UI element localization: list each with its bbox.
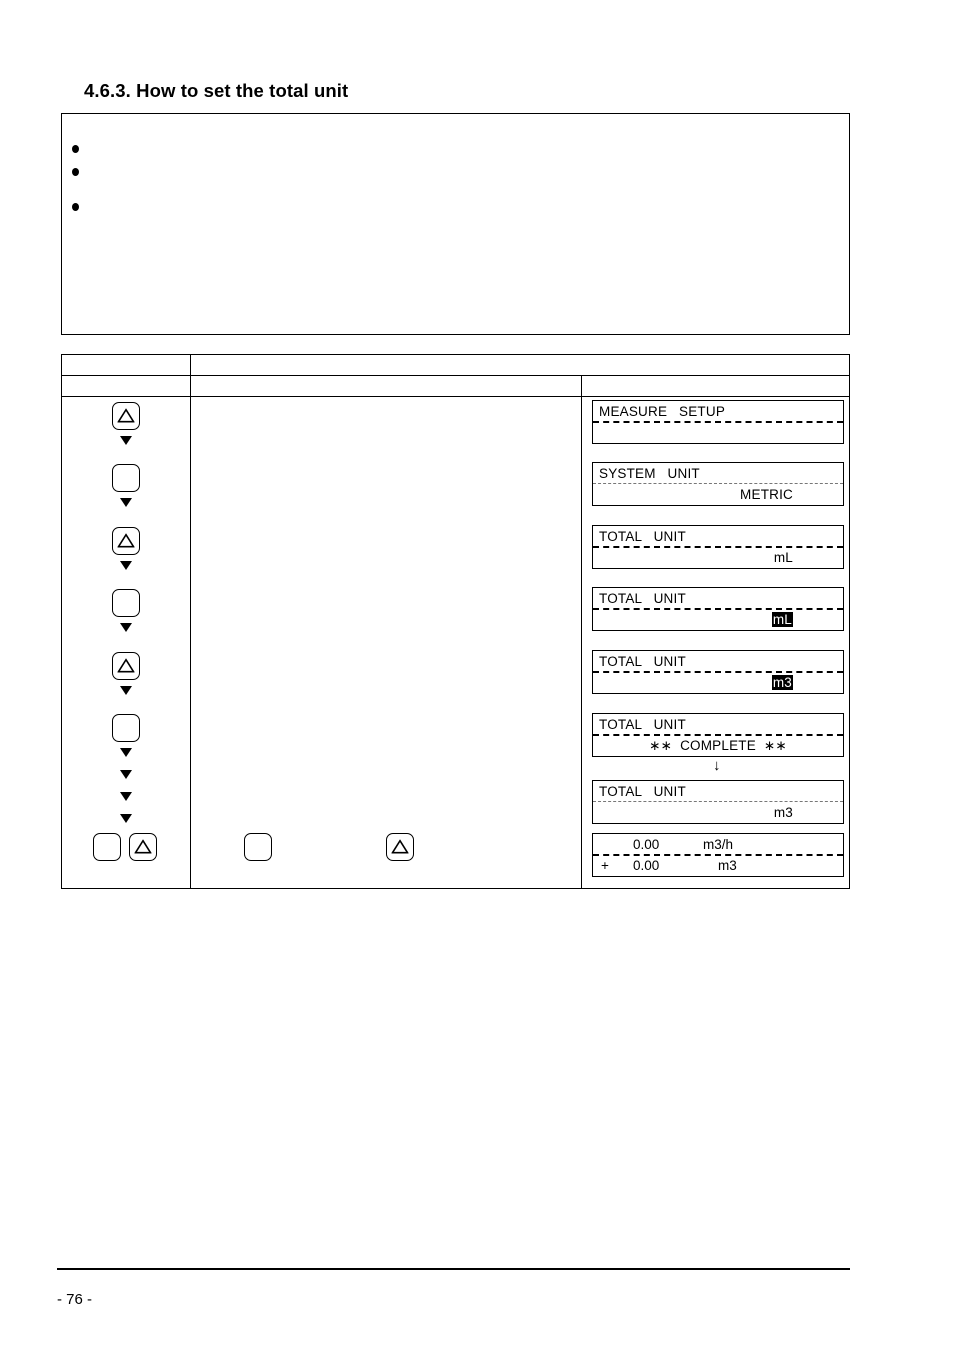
triangle-up-icon [117, 408, 135, 423]
table-header-cell-key-2 [68, 375, 186, 396]
totalizer-unit: m3 [718, 858, 737, 873]
table-rule-header-2 [62, 396, 849, 397]
page-title: 4.6.3. How to set the total unit [84, 80, 349, 101]
display-total-unit-complete: TOTAL UNIT ∗∗ COMPLETE ∗∗ [592, 713, 844, 757]
lcd-line-2: m3 [773, 805, 793, 820]
lcd-line-2: METRIC [740, 487, 793, 502]
flow-arrow-down-9 [119, 814, 132, 823]
note-bullet-icon-2 [72, 168, 79, 176]
flow-rate-unit: m3/h [703, 837, 734, 852]
key-up-triangle-mid[interactable] [386, 833, 414, 861]
lcd-selected-value: m3 [771, 675, 793, 690]
lcd-line-1: MEASURE SETUP [599, 404, 726, 419]
key-blank-3[interactable] [112, 714, 140, 742]
key-up-triangle-3[interactable] [112, 652, 140, 680]
flow-arrow-down-4 [119, 623, 132, 632]
note-bullet-icon-1 [72, 145, 79, 153]
table-divider-col1-row1 [190, 355, 191, 375]
table-divider-col1 [190, 375, 191, 888]
display-measure-setup: MEASURE SETUP [592, 400, 844, 444]
triangle-up-icon [134, 839, 152, 854]
lcd-line-2: mL [773, 550, 793, 565]
flow-arrow-down-8 [119, 792, 132, 801]
table-header-cell-key [68, 355, 186, 375]
lcd-line-1: TOTAL UNIT [599, 717, 686, 732]
table-divider-col2 [581, 375, 582, 888]
key-blank-1[interactable] [112, 464, 140, 492]
flow-rate-value: 0.00 [633, 837, 660, 852]
display-total-unit-ml: TOTAL UNIT mL [592, 525, 844, 569]
totalizer-value: 0.00 [633, 858, 660, 873]
key-blank-mid[interactable] [244, 833, 272, 861]
flow-arrow-down-2 [119, 498, 132, 507]
table-header-cell-display [589, 375, 843, 396]
lcd-line-2-wrapper: mL [593, 609, 843, 630]
key-up-triangle-1[interactable] [112, 402, 140, 430]
lcd-line-1: SYSTEM UNIT [599, 466, 700, 481]
procedure-table: MEASURE SETUP SYSTEM UNIT METRIC TOTAL U… [61, 354, 850, 889]
lcd-line-2-wrapper: m3 [593, 672, 843, 693]
transition-arrow-down-icon: ↓ [713, 757, 721, 774]
lcd-line-1: TOTAL UNIT [599, 784, 686, 799]
triangle-up-icon [117, 533, 135, 548]
lcd-line-1: TOTAL UNIT [599, 654, 686, 669]
display-total-unit-m3-selected: TOTAL UNIT m3 [592, 650, 844, 694]
key-blank-4[interactable] [93, 833, 121, 861]
flow-arrow-down-7 [119, 770, 132, 779]
lcd-line-1: TOTAL UNIT [599, 591, 686, 606]
flow-arrow-down-1 [119, 436, 132, 445]
table-header-cell-description [198, 375, 577, 396]
display-system-unit: SYSTEM UNIT METRIC [592, 462, 844, 506]
lcd-line-2 [593, 422, 843, 443]
key-up-triangle-4[interactable] [129, 833, 157, 861]
table-header-cell-title [198, 355, 843, 375]
lcd-line-1: TOTAL UNIT [599, 529, 686, 544]
lcd-line-2: ∗∗ COMPLETE ∗∗ [649, 737, 787, 753]
key-blank-2[interactable] [112, 589, 140, 617]
triangle-up-icon [391, 839, 409, 854]
flow-arrow-down-3 [119, 561, 132, 570]
footer-divider [57, 1268, 850, 1270]
totalizer-sign: + [601, 858, 609, 873]
triangle-up-icon [117, 658, 135, 673]
lcd-flow-rate-row: 0.00 m3/h [593, 834, 843, 855]
lcd-totalizer-row: + 0.00 m3 [593, 855, 843, 876]
display-flow-total: 0.00 m3/h + 0.00 m3 [592, 833, 844, 877]
flow-arrow-down-6 [119, 748, 132, 757]
key-up-triangle-2[interactable] [112, 527, 140, 555]
lcd-selected-value: mL [771, 612, 793, 627]
display-total-unit-ml-selected: TOTAL UNIT mL [592, 587, 844, 631]
display-total-unit-m3: TOTAL UNIT m3 [592, 780, 844, 824]
page-number: - 76 - [57, 1291, 93, 1308]
flow-arrow-down-5 [119, 686, 132, 695]
note-bullet-icon-3 [72, 203, 79, 211]
note-box [61, 113, 850, 335]
